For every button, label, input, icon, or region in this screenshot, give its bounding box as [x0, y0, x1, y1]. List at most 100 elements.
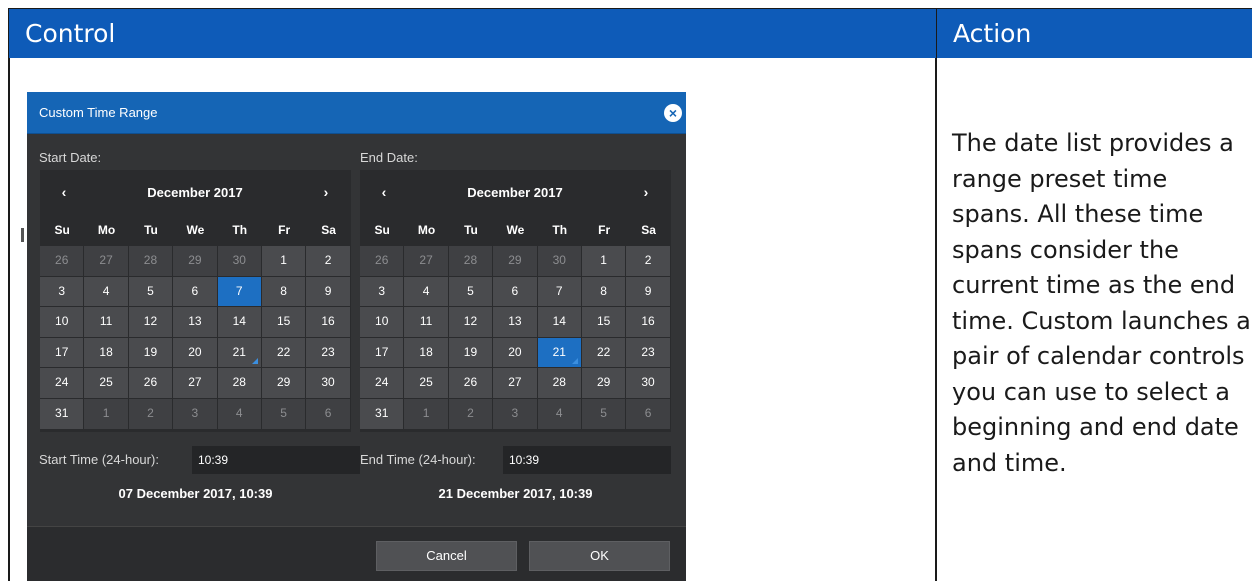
calendar-day[interactable]: 6	[493, 276, 537, 307]
end-next-month-icon[interactable]: ›	[626, 170, 666, 215]
calendar-day[interactable]: 29	[581, 368, 626, 398]
close-icon[interactable]: ×	[664, 104, 682, 122]
calendar-day[interactable]: 28	[448, 246, 493, 276]
calendar-day[interactable]: 20	[493, 337, 537, 368]
calendar-day[interactable]: 19	[128, 337, 173, 368]
calendar-day[interactable]: 25	[84, 368, 128, 398]
weekday-label: We	[506, 223, 525, 237]
calendar-day[interactable]: 8	[261, 276, 306, 307]
calendar-day[interactable]: 9	[626, 276, 670, 307]
calendar-day[interactable]: 25	[404, 368, 448, 398]
calendar-day[interactable]: 16	[626, 307, 670, 337]
calendar-day[interactable]: 7	[537, 276, 581, 307]
calendar-day[interactable]: 2	[626, 246, 670, 276]
table-left-border	[8, 58, 10, 581]
calendar-day[interactable]: 18	[404, 337, 448, 368]
calendar-day[interactable]: 22	[581, 337, 626, 368]
calendar-day[interactable]: 26	[360, 246, 404, 276]
calendar-day[interactable]: 14	[217, 307, 261, 337]
calendar-day[interactable]: 7	[217, 276, 261, 307]
start-month-title[interactable]: December 2017	[100, 170, 290, 215]
calendar-day[interactable]: 29	[173, 246, 217, 276]
end-weekday-row: Su Mo Tu We Th Fr Sa	[360, 215, 671, 245]
calendar-day[interactable]: 5	[581, 398, 626, 429]
calendar-day[interactable]: 3	[173, 398, 217, 429]
calendar-day[interactable]: 2	[448, 398, 493, 429]
calendar-day[interactable]: 24	[40, 368, 84, 398]
header-control: Control	[8, 8, 936, 58]
calendar-day[interactable]: 15	[581, 307, 626, 337]
calendar-day[interactable]: 14	[537, 307, 581, 337]
calendar-day[interactable]: 26	[40, 246, 84, 276]
calendar-day[interactable]: 22	[261, 337, 306, 368]
calendar-day[interactable]: 24	[360, 368, 404, 398]
calendar-day[interactable]: 11	[84, 307, 128, 337]
calendar-day[interactable]: 30	[626, 368, 670, 398]
calendar-day[interactable]: 2	[306, 246, 350, 276]
calendar-day[interactable]: 13	[493, 307, 537, 337]
calendar-day[interactable]: 5	[128, 276, 173, 307]
calendar-day[interactable]: 1	[261, 246, 306, 276]
calendar-day[interactable]: 26	[128, 368, 173, 398]
calendar-day[interactable]: 4	[537, 398, 581, 429]
calendar-day[interactable]: 28	[217, 368, 261, 398]
calendar-day[interactable]: 23	[626, 337, 670, 368]
calendar-day[interactable]: 20	[173, 337, 217, 368]
start-next-month-icon[interactable]: ›	[306, 170, 346, 215]
calendar-day[interactable]: 30	[217, 246, 261, 276]
calendar-day[interactable]: 18	[84, 337, 128, 368]
calendar-day[interactable]: 10	[360, 307, 404, 337]
calendar-day[interactable]: 9	[306, 276, 350, 307]
calendar-day[interactable]: 4	[217, 398, 261, 429]
calendar-day[interactable]: 17	[40, 337, 84, 368]
calendar-day[interactable]: 6	[306, 398, 350, 429]
calendar-day[interactable]: 4	[404, 276, 448, 307]
calendar-day[interactable]: 27	[84, 246, 128, 276]
calendar-day[interactable]: 21	[537, 337, 581, 368]
cancel-button[interactable]: Cancel	[376, 541, 517, 571]
calendar-day[interactable]: 27	[404, 246, 448, 276]
calendar-day[interactable]: 2	[128, 398, 173, 429]
calendar-day[interactable]: 26	[448, 368, 493, 398]
calendar-day[interactable]: 4	[84, 276, 128, 307]
calendar-day[interactable]: 1	[404, 398, 448, 429]
calendar-day[interactable]: 29	[493, 246, 537, 276]
calendar-day[interactable]: 27	[493, 368, 537, 398]
calendar-day[interactable]: 16	[306, 307, 350, 337]
calendar-day[interactable]: 1	[84, 398, 128, 429]
calendar-day[interactable]: 30	[537, 246, 581, 276]
calendar-day[interactable]: 19	[448, 337, 493, 368]
calendar-day[interactable]: 12	[448, 307, 493, 337]
calendar-day[interactable]: 10	[40, 307, 84, 337]
start-time-input[interactable]: 10:39	[192, 446, 360, 474]
calendar-day[interactable]: 8	[581, 276, 626, 307]
calendar-day[interactable]: 1	[581, 246, 626, 276]
start-prev-month-icon[interactable]: ‹	[44, 170, 84, 215]
calendar-day[interactable]: 6	[626, 398, 670, 429]
calendar-day[interactable]: 17	[360, 337, 404, 368]
calendar-day[interactable]: 3	[493, 398, 537, 429]
calendar-day[interactable]: 3	[40, 276, 84, 307]
ok-button[interactable]: OK	[529, 541, 670, 571]
calendar-day[interactable]: 31	[360, 398, 404, 429]
calendar-day[interactable]: 28	[537, 368, 581, 398]
calendar-day[interactable]: 11	[404, 307, 448, 337]
end-time-input[interactable]: 10:39	[503, 446, 671, 474]
calendar-day[interactable]: 13	[173, 307, 217, 337]
calendar-day[interactable]: 21	[217, 337, 261, 368]
dialog-footer: Cancel OK	[27, 526, 686, 581]
calendar-day[interactable]: 5	[261, 398, 306, 429]
calendar-day[interactable]: 12	[128, 307, 173, 337]
calendar-day[interactable]: 27	[173, 368, 217, 398]
calendar-day[interactable]: 3	[360, 276, 404, 307]
calendar-day[interactable]: 30	[306, 368, 350, 398]
calendar-day[interactable]: 23	[306, 337, 350, 368]
calendar-day[interactable]: 5	[448, 276, 493, 307]
calendar-day[interactable]: 28	[128, 246, 173, 276]
calendar-day[interactable]: 29	[261, 368, 306, 398]
calendar-day[interactable]: 15	[261, 307, 306, 337]
calendar-day[interactable]: 31	[40, 398, 84, 429]
end-prev-month-icon[interactable]: ‹	[364, 170, 404, 215]
calendar-day[interactable]: 6	[173, 276, 217, 307]
end-month-title[interactable]: December 2017	[420, 170, 610, 215]
